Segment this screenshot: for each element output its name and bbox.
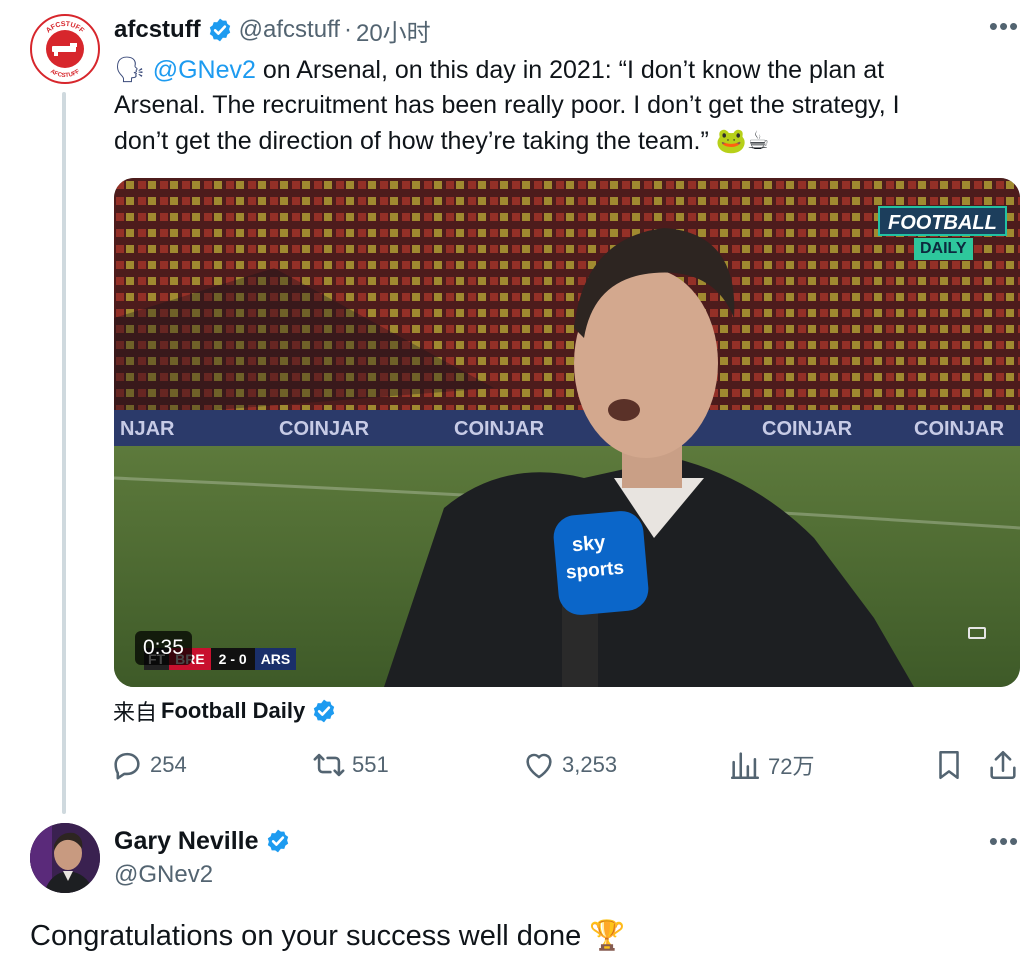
tweet-text: 🗣 @GNev2 on Arsenal, on this day in 2021… — [114, 52, 994, 159]
frog-tea-emoji: 🐸☕ — [715, 126, 770, 155]
reply-author-name[interactable]: Gary Neville — [114, 827, 259, 856]
like-button[interactable]: 3,253 — [522, 745, 617, 785]
tweet-time[interactable]: 20小时 — [356, 13, 431, 48]
views-button[interactable]: 72万 — [728, 745, 814, 785]
author-name[interactable]: afcstuff — [114, 16, 201, 44]
video-player[interactable]: FOOTBALL DAILY NJAR COINJAR COINJAR COIN… — [114, 178, 1020, 687]
reply-icon — [114, 752, 140, 780]
afcstuff-avatar[interactable]: AFCSTUFF AFCSTUFF — [30, 14, 100, 84]
reply-count: 254 — [150, 752, 187, 777]
source-name[interactable]: Football Daily — [161, 698, 305, 724]
gary-neville-avatar[interactable] — [30, 823, 100, 893]
source-attribution[interactable]: 来自 Football Daily — [113, 695, 343, 727]
video-frame — [114, 178, 1020, 687]
more-icon[interactable]: ••• — [984, 828, 1024, 863]
verified-badge-icon — [314, 699, 335, 723]
mic-brand-top: sky — [571, 531, 607, 557]
more-icon[interactable]: ••• — [984, 13, 1024, 48]
like-count: 3,253 — [562, 752, 618, 777]
tweet-actions: 254 551 3,253 72万 — [110, 745, 1022, 785]
retweet-icon — [313, 753, 345, 777]
reply-author-handle[interactable]: @GNev2 — [114, 861, 213, 889]
reply-text: Congratulations on your success well don… — [30, 918, 625, 953]
speaking-head-icon: 🗣 — [114, 55, 146, 84]
reply-button[interactable]: 254 — [110, 745, 187, 785]
verified-badge-icon — [267, 829, 288, 853]
tweet-text-line3: don’t get the direction of how they’re t… — [114, 127, 709, 155]
bookmark-button[interactable] — [932, 745, 972, 785]
retweet-button[interactable]: 551 — [312, 745, 389, 785]
mention-link[interactable]: @GNev2 — [153, 56, 256, 84]
board-text-3: COINJAR — [762, 418, 853, 440]
views-count: 72万 — [768, 754, 815, 779]
reply-tweet[interactable]: Gary Neville @GNev2 ••• Congratulations … — [0, 815, 1029, 956]
tweet-text-line1: on Arsenal, on this day in 2021: “I don’… — [255, 56, 885, 84]
board-text-partial: NJAR — [120, 418, 175, 440]
thread-connector-line — [62, 92, 66, 814]
trophy-icon: 🏆 — [589, 918, 626, 952]
share-button[interactable] — [986, 745, 1026, 785]
verified-badge-icon — [209, 18, 230, 42]
watermark-football: FOOTBALL — [878, 206, 1007, 236]
board-text-1: COINJAR — [279, 418, 370, 440]
reply-header: Gary Neville — [114, 823, 297, 859]
main-tweet[interactable]: AFCSTUFF AFCSTUFF afcstuff @afcstuff · 2… — [0, 0, 1029, 814]
watermark-daily: DAILY — [914, 238, 973, 260]
separator-dot: · — [343, 16, 352, 43]
author-handle[interactable]: @afcstuff — [239, 16, 340, 44]
fullscreen-icon[interactable] — [968, 627, 986, 639]
score-away: ARS — [254, 648, 297, 670]
like-icon — [526, 753, 552, 779]
views-icon — [730, 752, 760, 780]
bookmark-icon — [939, 750, 959, 780]
board-text-2: COINJAR — [454, 418, 545, 440]
source-prefix: 来自 — [113, 700, 158, 725]
tweet-header: afcstuff @afcstuff · 20小时 — [114, 12, 431, 48]
reply-text-body: Congratulations on your success well don… — [30, 920, 582, 952]
avatar-text-bottom: AFCSTUFF — [49, 69, 81, 79]
retweet-count: 551 — [352, 752, 389, 777]
tweet-text-line2: Arsenal. The recruitment has been really… — [114, 91, 900, 119]
score-value: 2 - 0 — [210, 648, 255, 670]
video-duration: 0:35 — [135, 631, 192, 665]
board-text-4: COINJAR — [914, 418, 1005, 440]
share-icon — [990, 750, 1016, 780]
